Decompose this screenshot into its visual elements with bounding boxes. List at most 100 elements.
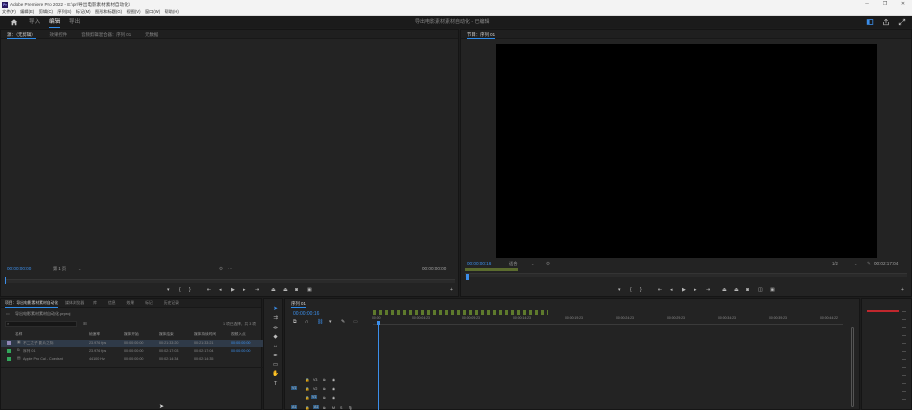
track-eye-icon[interactable]: ◉ — [332, 396, 335, 400]
track-sync-icon[interactable]: ⧉ — [323, 378, 326, 382]
label-color-swatch[interactable] — [7, 341, 11, 345]
track-lock-icon[interactable]: 🔒 — [305, 396, 309, 400]
ripple-edit-tool-icon[interactable]: ⟛ — [272, 325, 279, 332]
comparison-view-icon[interactable]: ◫ — [758, 287, 763, 293]
new-search-bin-icon[interactable]: ⊞ — [83, 321, 87, 327]
label-color-swatch[interactable] — [7, 349, 11, 353]
overwrite-icon[interactable]: ⏏ — [283, 287, 288, 293]
menu-help[interactable]: 帮助(H) — [165, 9, 179, 15]
column-frame-rate[interactable]: 帧速率 — [89, 332, 100, 337]
captions-icon[interactable]: ▭ — [353, 319, 358, 325]
linked-selection-icon[interactable]: ⛓ — [317, 319, 323, 325]
clip-name[interactable]: Apple Pro Cal - Coedsnt — [23, 357, 63, 361]
clip-name[interactable]: 不二之子 影片之际 — [23, 341, 54, 346]
solo-icon[interactable]: S — [340, 406, 342, 410]
tab-effect-controls[interactable]: 效果控件 — [50, 30, 68, 39]
program-export-frame-icon[interactable]: ◙ — [746, 287, 749, 293]
project-search-input[interactable]: ⌕ — [5, 321, 77, 327]
pen-tool-icon[interactable]: ✒ — [272, 353, 279, 360]
source-more-icon[interactable]: ⋯ — [228, 266, 233, 272]
voiceover-mic-icon[interactable]: 🎙 — [348, 406, 353, 410]
menu-view[interactable]: 视图(V) — [127, 9, 141, 15]
mark-in-icon[interactable]: { — [179, 287, 181, 293]
source-zoom-select[interactable]: 第 1 页 — [53, 266, 66, 272]
table-row[interactable]: ▣ 不二之子 影片之际 23.976 fps 00:00:00:00 00:21… — [1, 340, 263, 347]
mark-out-icon[interactable]: } — [189, 287, 191, 293]
column-media-end[interactable]: 媒体结束 — [159, 332, 174, 337]
share-icon[interactable] — [882, 18, 890, 26]
menu-markers[interactable]: 标记(M) — [76, 9, 91, 15]
track-name[interactable]: A1 — [313, 405, 320, 409]
go-to-out-icon[interactable]: ⇥ — [255, 287, 259, 293]
track-lock-icon[interactable]: 🔒 — [305, 378, 309, 382]
column-media-duration[interactable]: 媒体持续时间 — [194, 332, 216, 337]
menu-edit[interactable]: 编辑(E) — [20, 9, 34, 15]
program-mark-in-icon[interactable]: { — [630, 287, 632, 293]
go-to-in-icon[interactable]: ⇤ — [207, 287, 211, 293]
program-timecode[interactable]: 00:00:00:16 — [467, 261, 491, 266]
program-button-editor-icon[interactable]: ▣ — [770, 287, 775, 293]
tab-sequence[interactable]: 序列 01 — [291, 299, 306, 308]
extract-icon[interactable]: ⏏ — [734, 287, 739, 293]
track-select-tool-icon[interactable]: ⇉ — [272, 315, 279, 322]
track-sync-icon[interactable]: ⧉ — [323, 387, 326, 391]
track-sync-icon[interactable]: ⧉ — [323, 406, 326, 410]
label-color-swatch[interactable] — [7, 357, 11, 361]
selection-tool-icon[interactable]: ➤ — [272, 306, 279, 313]
program-add-marker-icon[interactable]: ▾ — [618, 287, 621, 293]
tab-info[interactable]: 信息 — [108, 299, 116, 308]
tab-metadata[interactable]: 元数据 — [145, 30, 158, 39]
razor-tool-icon[interactable]: ◆ — [272, 334, 279, 341]
table-row[interactable]: ⧉ 序列 01 23.976 fps 00:00:00:00 00:02:17:… — [1, 348, 263, 355]
tab-project[interactable]: 项目：导出电影素材素材自动化 — [5, 299, 59, 308]
timeline-settings-icon[interactable]: ✎ — [341, 319, 345, 325]
program-scrub-bar[interactable] — [465, 273, 907, 277]
column-media-start[interactable]: 媒体开始 — [124, 332, 139, 337]
export-frame-icon[interactable]: ◙ — [295, 287, 298, 293]
source-zoom-chevron-icon[interactable]: ⌄ — [78, 266, 81, 271]
column-video-in[interactable]: 视频入点 — [231, 332, 246, 337]
program-step-back-icon[interactable]: ◂ — [670, 287, 673, 293]
snap-icon[interactable]: ∩ — [305, 319, 309, 325]
program-fit-chevron-icon[interactable]: ⌄ — [531, 261, 534, 266]
tab-libraries[interactable]: 库 — [93, 299, 97, 308]
tab-program[interactable]: 节目：序列 01 — [467, 30, 496, 39]
program-video-frame[interactable] — [496, 44, 877, 258]
play-icon[interactable]: ▶ — [231, 287, 235, 293]
source-add-button-icon[interactable]: + — [450, 287, 453, 293]
tab-history[interactable]: 历史记录 — [164, 299, 179, 308]
track-sync-icon[interactable]: ⧉ — [323, 396, 326, 400]
program-wrench-icon[interactable]: ✎ — [867, 261, 871, 267]
program-resolution-select[interactable]: 1/2 — [832, 261, 838, 266]
menu-clip[interactable]: 剪辑(C) — [39, 9, 53, 15]
nest-icon[interactable]: ⧉ — [293, 319, 297, 325]
menu-graphics[interactable]: 图形和标题(G) — [95, 9, 122, 15]
program-go-to-in-icon[interactable]: ⇤ — [658, 287, 662, 293]
lift-icon[interactable]: ⏏ — [722, 287, 727, 293]
source-playhead[interactable] — [5, 277, 6, 284]
tab-media-browser[interactable]: 媒体浏览器 — [65, 299, 84, 308]
program-settings-icon[interactable]: ⚙ — [546, 261, 550, 267]
timeline-timecode[interactable]: 00:00:00:16 — [293, 311, 319, 317]
track-name[interactable]: V2 — [313, 387, 317, 391]
clip-name[interactable]: 序列 01 — [23, 349, 36, 354]
source-patch-v1[interactable]: V1 — [291, 386, 298, 390]
home-icon[interactable] — [10, 18, 18, 26]
type-tool-icon[interactable]: T — [272, 381, 279, 388]
clip-in-point[interactable]: 00:00:00:00 — [231, 341, 250, 345]
minimize-button[interactable]: ─ — [858, 0, 876, 9]
tab-effects[interactable]: 效果 — [127, 299, 135, 308]
fullscreen-icon[interactable] — [898, 18, 906, 26]
track-lock-icon[interactable]: 🔒 — [305, 406, 309, 410]
menu-sequence[interactable]: 序列(S) — [57, 9, 71, 15]
workspaces-icon[interactable] — [866, 18, 874, 26]
track-name[interactable]: V3 — [313, 378, 317, 382]
source-patch-a1[interactable]: A1 — [291, 405, 298, 409]
track-lock-icon[interactable]: 🔒 — [305, 387, 309, 391]
close-button[interactable]: ✕ — [894, 0, 912, 9]
button-editor-icon[interactable]: ▣ — [307, 287, 312, 293]
program-add-button-icon[interactable]: + — [901, 287, 904, 293]
program-fit-select[interactable]: 适合 — [509, 261, 517, 267]
mute-icon[interactable]: M — [332, 406, 335, 410]
program-work-area-bar[interactable] — [465, 268, 518, 271]
